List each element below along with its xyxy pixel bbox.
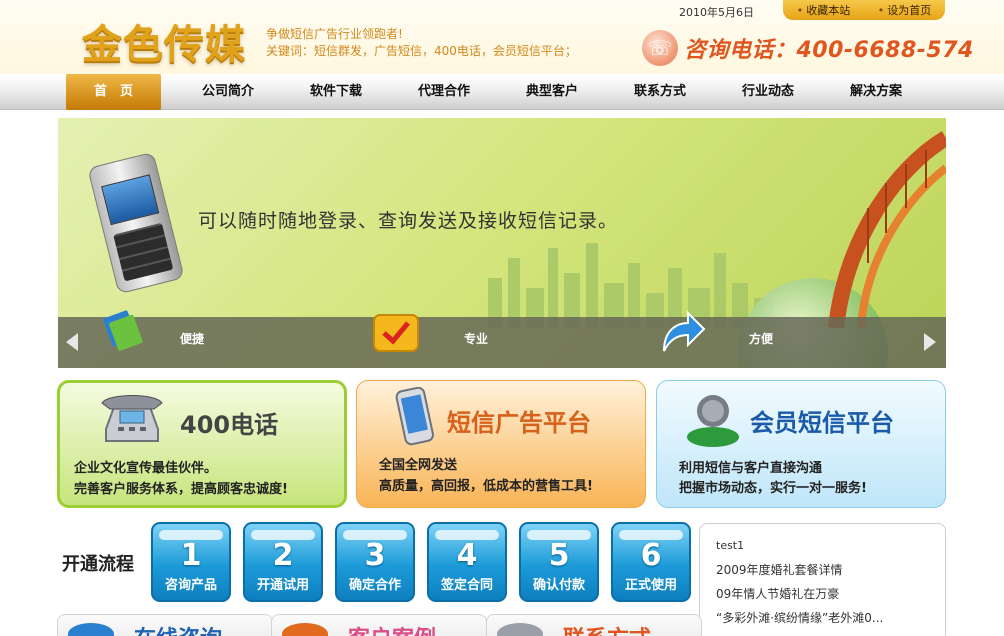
feature-title: 会员短信平台 [750, 409, 894, 437]
feature-line-1: 全国全网发送 [379, 458, 458, 473]
news-item[interactable]: test1 [716, 539, 744, 552]
step-number: 4 [456, 538, 478, 573]
feature-line-1: 利用短信与客户直接沟通 [679, 461, 823, 476]
banner-next-arrow[interactable] [924, 333, 936, 351]
step-label: 开通试用 [256, 578, 309, 593]
step-label: 确定合作 [348, 578, 401, 593]
feature-convenient-label: 便捷 [180, 332, 205, 346]
bridge-image [828, 131, 946, 328]
top-links: 收藏本站 设为首页 [783, 0, 945, 20]
news-item[interactable]: 09年情人节婚礼在万豪 [716, 585, 839, 602]
nav-company-intro[interactable]: 公司简介 [174, 74, 282, 110]
smartphone-icon [395, 387, 434, 446]
step-label: 咨询产品 [164, 578, 217, 593]
step-number: 5 [548, 538, 570, 573]
current-date: 2010年5月6日 [679, 6, 754, 19]
keywords-line: 关键词：短信群发，广告短信，400电话，会员短信平台； [266, 44, 577, 58]
hero-banner[interactable]: 可以随时随地登录、查询发送及接收短信记录。 便捷 专业 方便 [58, 118, 946, 368]
step-number: 1 [180, 538, 202, 573]
step-2-trial[interactable]: 2 开通试用 [243, 522, 323, 602]
feature-line-2: 把握市场动态，实行一对一服务! [679, 481, 867, 496]
hotline-number: 咨询电话：400-6688-574 [684, 38, 974, 63]
feature-line-2: 完善客户服务体系，提高顾客忠诚度! [74, 482, 288, 497]
nav-clients[interactable]: 典型客户 [498, 74, 606, 110]
news-list: test1 2009年度婚礼套餐详情 09年情人节婚礼在万豪 “多彩外滩·缤纷情… [699, 523, 946, 636]
banner-prev-arrow[interactable] [66, 333, 78, 351]
step-label: 确认付款 [532, 578, 585, 593]
box-title: 在线咨询 [134, 621, 222, 636]
page-header: 金色传媒 争做短信广告行业领跑者! 关键词：短信群发，广告短信，400电话，会员… [0, 0, 1004, 74]
client-cases-box[interactable]: 客户案例 [271, 614, 487, 636]
feature-box-sms-ad-platform[interactable]: 短信广告平台 全国全网发送 高质量，高回报，低成本的营售工具! [356, 380, 646, 508]
step-number: 6 [640, 538, 662, 573]
slogan-line-1: 争做短信广告行业领跑者! [266, 27, 403, 41]
mobile-phone-image [87, 151, 185, 295]
nav-software-download[interactable]: 软件下载 [282, 74, 390, 110]
chat-icon [68, 623, 114, 636]
online-consult-box[interactable]: 在线咨询 [57, 614, 273, 636]
case-icon [282, 623, 328, 636]
feature-box-member-sms-platform[interactable]: 会员短信平台 利用短信与客户直接沟通 把握市场动态，实行一对一服务! [656, 380, 946, 508]
feature-professional-label: 专业 [464, 332, 489, 346]
feature-title: 短信广告平台 [447, 409, 591, 437]
banner-feature-bar: 便捷 专业 方便 [58, 310, 946, 368]
curved-arrow-icon [663, 310, 706, 352]
step-number: 3 [364, 538, 386, 573]
site-logo[interactable]: 金色传媒 [82, 12, 246, 70]
feature-line-2: 高质量，高回报，低成本的营售工具! [379, 479, 593, 494]
hotline: ☏ 咨询电话：400-6688-574 [642, 30, 974, 66]
process-steps: 1 咨询产品 2 开通试用 3 确定合作 4 签定合同 5 确认付款 6 正式使… [151, 522, 703, 602]
step-4-contract[interactable]: 4 签定合同 [427, 522, 507, 602]
box-title: 联系方式 [563, 621, 651, 636]
step-3-confirm[interactable]: 3 确定合作 [335, 522, 415, 602]
set-homepage-link[interactable]: 设为首页 [878, 2, 931, 18]
bookmark-link[interactable]: 收藏本站 [797, 2, 850, 18]
feature-box-400-phone[interactable]: 400电话 企业文化宣传最佳伙伴。 完善客户服务体系，提高顾客忠诚度! [57, 380, 347, 508]
main-nav: 首 页 公司简介 软件下载 代理合作 典型客户 联系方式 行业动态 解决方案 [0, 74, 1004, 110]
step-label: 正式使用 [624, 578, 677, 593]
step-5-payment[interactable]: 5 确认付款 [519, 522, 599, 602]
feature-line-1: 企业文化宣传最佳伙伴。 [74, 461, 218, 476]
process-title: 开通流程 [62, 554, 134, 575]
box-title: 客户案例 [348, 621, 436, 636]
slogan: 争做短信广告行业领跑者! 关键词：短信群发，广告短信，400电话，会员短信平台； [266, 26, 577, 60]
checkmark-folder-icon [373, 314, 419, 352]
banner-headline: 可以随时随地登录、查询发送及接收短信记录。 [198, 210, 619, 232]
desk-telephone-icon [101, 395, 163, 442]
phone-icon: ☏ [642, 30, 678, 66]
feature-title: 400电话 [180, 411, 279, 439]
documents-icon [103, 310, 143, 351]
news-item[interactable]: “多彩外滩·缤纷情缘”老外滩0... [716, 609, 883, 626]
feature-handy-label: 方便 [749, 332, 774, 346]
nav-home[interactable]: 首 页 [66, 74, 161, 110]
contact-info-box[interactable]: 联系方式 [486, 614, 702, 636]
nav-contact[interactable]: 联系方式 [606, 74, 714, 110]
step-label: 签定合同 [440, 578, 493, 593]
step-1-consult[interactable]: 1 咨询产品 [151, 522, 231, 602]
nav-industry-news[interactable]: 行业动态 [714, 74, 822, 110]
nav-agency[interactable]: 代理合作 [390, 74, 498, 110]
user-contact-icon [687, 395, 739, 447]
contact-icon [497, 623, 543, 636]
news-item[interactable]: 2009年度婚礼套餐详情 [716, 561, 843, 578]
step-number: 2 [272, 538, 294, 573]
nav-solutions[interactable]: 解决方案 [822, 74, 930, 110]
step-6-use[interactable]: 6 正式使用 [611, 522, 691, 602]
